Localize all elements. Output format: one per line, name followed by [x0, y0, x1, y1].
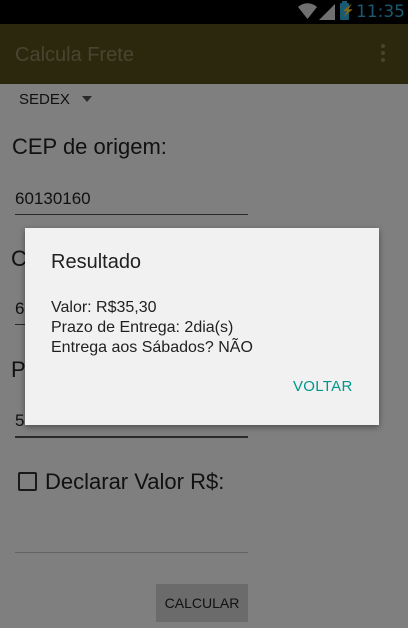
sabados-text: Entrega aos Sábados? NÃO: [51, 339, 253, 356]
voltar-button[interactable]: VOLTAR: [293, 378, 353, 395]
result-dialog: Resultado Valor: R$35,30 Prazo de Entreg…: [25, 228, 379, 425]
prazo-text: Prazo de Entrega: 2dia(s): [51, 319, 234, 336]
dialog-title: Resultado: [51, 251, 142, 273]
dialog-message: Valor: R$35,30 Prazo de Entrega: 2dia(s)…: [51, 298, 253, 358]
valor-text: Valor: R$35,30: [51, 299, 157, 316]
